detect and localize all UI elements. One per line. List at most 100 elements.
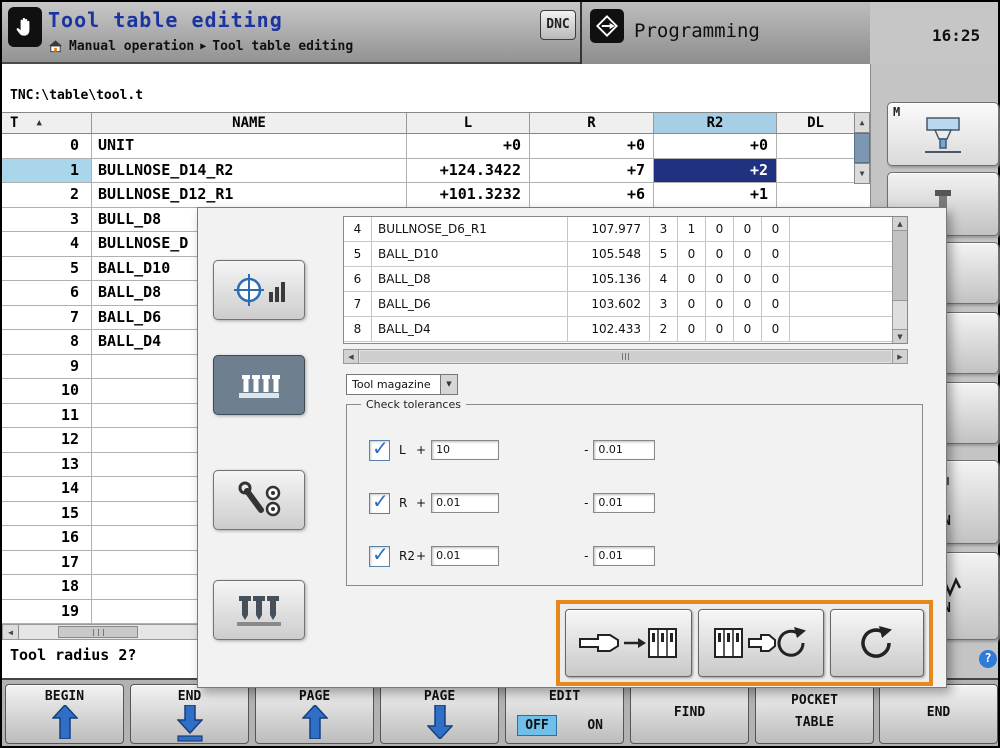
cell-length: 102.433 (568, 317, 650, 341)
tolerance-plus-input[interactable]: 10 (431, 440, 499, 460)
cell-t: 15 (2, 502, 92, 526)
softkey-pocket-table[interactable]: POCKET TABLE (755, 684, 874, 744)
cell-col5: 0 (762, 292, 790, 316)
cell-t: 11 (2, 404, 92, 428)
tolerance-label: R2 (399, 549, 416, 563)
cell-length: 107.977 (568, 217, 650, 241)
cell-col4: 0 (734, 317, 762, 341)
magazine-row[interactable]: 8 BALL_D4 102.433 2 0 0 0 0 (344, 317, 907, 342)
tool-calibrate-button[interactable] (213, 260, 305, 320)
dialog-vertical-scrollbar[interactable]: ▲ ▼ (892, 217, 907, 343)
scroll-thumb[interactable] (893, 231, 907, 301)
cell-r2: 1 (678, 217, 706, 241)
scroll-thumb[interactable] (58, 626, 138, 638)
unload-magazine-button[interactable] (698, 609, 825, 677)
cell-length: 103.602 (568, 292, 650, 316)
tolerance-checkbox[interactable]: ✓ (369, 546, 390, 567)
softkey-m-tool-call[interactable]: M (887, 102, 999, 166)
tool-list-button[interactable] (213, 580, 305, 640)
dropdown-arrow-icon[interactable]: ▼ (440, 375, 457, 394)
checkmark-icon: ✓ (372, 436, 389, 460)
tnc-screen: Tool table editing Manual operation ▶ To… (0, 0, 1000, 748)
scroll-left-icon[interactable]: ◀ (3, 625, 19, 639)
cell-t: 8 (2, 330, 92, 354)
col-header-l[interactable]: L (407, 113, 530, 133)
col-header-r[interactable]: R (530, 113, 654, 133)
table-row[interactable]: 0 UNIT +0 +0 +0 (2, 134, 854, 159)
tolerance-row: ✓ L + 10 - 0.01 (369, 438, 922, 462)
cell-tool-name: BALL_D6 (372, 292, 568, 316)
softkey-find[interactable]: FIND (630, 684, 749, 744)
table-row[interactable]: 2 BULLNOSE_D12_R1 +101.3232 +6 +1 (2, 183, 854, 208)
scroll-right-icon[interactable]: ▶ (892, 350, 907, 363)
softkey-end-row[interactable]: END (130, 684, 249, 744)
diamond-arrow-icon (593, 12, 621, 40)
softkey-page-down[interactable]: PAGE (380, 684, 499, 744)
scroll-thumb[interactable] (854, 133, 870, 163)
cell-pocket: 7 (344, 292, 372, 316)
col-header-t[interactable]: T ▲ (2, 113, 92, 133)
cell-l: +0 (407, 134, 530, 158)
scroll-thumb[interactable] (360, 351, 891, 362)
softkey-end[interactable]: END (879, 684, 998, 744)
tolerance-plus-input[interactable]: 0.01 (431, 546, 499, 566)
checkmark-icon: ✓ (372, 489, 389, 513)
cell-tool-name: BALL_D10 (372, 242, 568, 266)
magazine-row[interactable]: 7 BALL_D6 103.602 3 0 0 0 0 (344, 292, 907, 317)
col-header-name[interactable]: NAME (92, 113, 407, 133)
edit-on-state: ON (587, 718, 603, 733)
col-header-dl[interactable]: DL (777, 113, 854, 133)
magazine-row[interactable]: 4 BULLNOSE_D6_R1 107.977 3 1 0 0 0 (344, 217, 907, 242)
cell-t: 2 (2, 183, 92, 207)
tolerance-minus-input[interactable]: 0.01 (593, 546, 655, 566)
cell-col5: 0 (762, 217, 790, 241)
softkey-begin[interactable]: BEGIN (5, 684, 124, 744)
tolerance-minus-input[interactable]: 0.01 (593, 493, 655, 513)
cell-r2: 0 (678, 267, 706, 291)
tool-service-button[interactable] (213, 470, 305, 530)
scroll-up-icon[interactable]: ▲ (893, 217, 907, 231)
softkey-label: POCKET (756, 693, 873, 708)
cell-col4: 0 (734, 242, 762, 266)
softkey-edit-toggle[interactable]: EDIT OFF ON (505, 684, 624, 744)
softkey-page-up[interactable]: PAGE (255, 684, 374, 744)
cell-t: 16 (2, 526, 92, 550)
magazine-select-value: Tool magazine (352, 378, 431, 391)
rotate-magazine-button[interactable] (830, 609, 924, 677)
tolerance-checkbox[interactable]: ✓ (369, 493, 390, 514)
col-header-r2[interactable]: R2 (654, 113, 777, 133)
cell-col5: 0 (762, 242, 790, 266)
scroll-up-icon[interactable]: ▲ (854, 112, 870, 133)
scroll-down-icon[interactable]: ▼ (854, 163, 870, 184)
cell-r: +6 (530, 183, 654, 207)
hand-icon (14, 14, 36, 40)
dnc-badge[interactable]: DNC (540, 10, 576, 40)
magazine-table: 4 BULLNOSE_D6_R1 107.977 3 1 0 0 0 5 BAL… (343, 216, 908, 344)
tolerance-minus-input[interactable]: 0.01 (593, 440, 655, 460)
tolerance-checkbox[interactable]: ✓ (369, 440, 390, 461)
cell-tool-name: BALL_D4 (372, 317, 568, 341)
tolerance-plus-input[interactable]: 0.01 (431, 493, 499, 513)
cell-tool-name: BALL_D8 (372, 267, 568, 291)
programming-tab[interactable]: Programming (580, 2, 870, 64)
magazine-row[interactable]: 5 BALL_D10 105.548 5 0 0 0 0 (344, 242, 907, 267)
cell-length: 105.548 (568, 242, 650, 266)
cell-name: BULLNOSE_D14_R2 (92, 159, 407, 183)
table-row[interactable]: 1 BULLNOSE_D14_R2 +124.3422 +7 +2 (2, 159, 854, 184)
dialog-horizontal-scrollbar[interactable]: ◀ ▶ (343, 349, 908, 364)
cell-radius: 2 (650, 317, 678, 341)
cell-col3: 0 (706, 292, 734, 316)
scroll-left-icon[interactable]: ◀ (344, 350, 359, 363)
manual-mode-hand-icon[interactable] (8, 7, 42, 47)
cell-col4: 0 (734, 267, 762, 291)
magazine-select[interactable]: Tool magazine ▼ (346, 374, 458, 395)
tool-magazine-view-button[interactable] (213, 355, 305, 415)
cell-filler (790, 217, 907, 241)
load-tool-to-magazine-button[interactable] (565, 609, 692, 677)
scroll-down-icon[interactable]: ▼ (893, 329, 907, 343)
help-icon[interactable]: ? (979, 650, 997, 668)
cell-name: UNIT (92, 134, 407, 158)
magazine-row[interactable]: 6 BALL_D8 105.136 4 0 0 0 0 (344, 267, 907, 292)
breadcrumb-page: Tool table editing (212, 39, 353, 54)
cell-col3: 0 (706, 267, 734, 291)
